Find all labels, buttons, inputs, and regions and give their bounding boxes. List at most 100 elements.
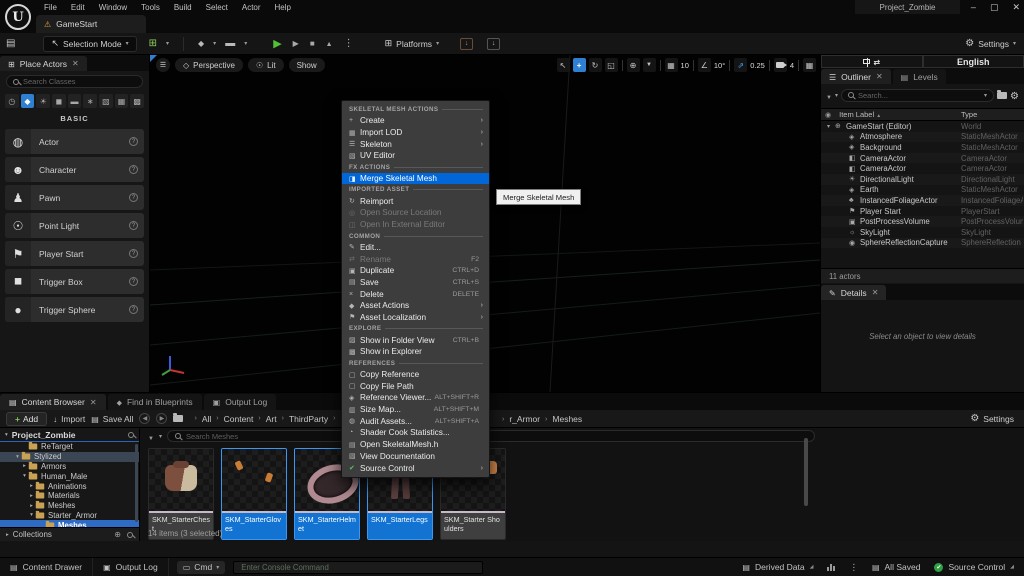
context-menu-item[interactable]: Delete DELETE [342, 288, 489, 300]
close-icon[interactable]: ✕ [90, 398, 97, 407]
selection-mode-dropdown[interactable]: Selection Mode ▾ [43, 36, 136, 52]
folder-tree-row[interactable]: Meshes [0, 520, 139, 527]
context-menu-item[interactable]: Show in Folder View CTRL+B [342, 334, 489, 346]
expander-icon[interactable]: ▸ [28, 503, 35, 509]
context-menu-item[interactable]: Show in Explorer [342, 346, 489, 358]
close-icon[interactable]: ✕ [876, 72, 883, 81]
context-menu-item[interactable]: UV Editor [342, 150, 489, 162]
camera-speed-value[interactable]: 4 [790, 61, 794, 70]
grid-snap-value[interactable]: 10 [681, 61, 689, 70]
outliner-row[interactable]: Earth StaticMeshActor [821, 185, 1024, 196]
source-control-button[interactable]: ✔ Source Control ◢ [934, 562, 1014, 572]
context-menu-item[interactable]: Create › [342, 115, 489, 127]
asset-tile[interactable]: SKM_StarterGloves [221, 448, 287, 540]
tree-root-row[interactable]: ▾ Project_Zombie [0, 428, 139, 442]
recent-category-button[interactable] [5, 94, 19, 108]
eject-button[interactable] [326, 38, 333, 49]
cinematic-category-button[interactable] [68, 94, 82, 108]
outliner-row[interactable]: CameraActor CameraActor [821, 153, 1024, 164]
context-menu-item[interactable]: Merge Skeletal Mesh [342, 173, 489, 185]
add-collection-icon[interactable]: ⊕ [114, 530, 121, 539]
cmd-dropdown[interactable]: Cmd ▾ [177, 561, 226, 574]
save-current-icon[interactable] [0, 38, 21, 49]
minimize-button[interactable]: – [971, 0, 976, 14]
context-menu-item[interactable]: Edit... [342, 242, 489, 254]
search-classes-box[interactable] [6, 75, 143, 88]
view-mode-dropdown[interactable]: Lit [248, 58, 284, 72]
context-menu-item[interactable]: Duplicate CTRL+D [342, 265, 489, 277]
find-in-blueprints-tab[interactable]: Find in Blueprints [108, 394, 202, 410]
maximize-button[interactable]: ▢ [990, 0, 999, 14]
folder-tree-row[interactable]: ▸ Armors [0, 462, 139, 472]
expander-icon[interactable]: ▾ [14, 454, 21, 460]
type-column[interactable]: Type [961, 110, 977, 119]
expander-icon[interactable]: ▸ [6, 532, 9, 538]
outliner-row[interactable]: SphereReflectionCapture SphereReflection [821, 238, 1024, 249]
context-menu-item[interactable]: REFERENCES [342, 358, 489, 369]
stop-button[interactable] [310, 38, 315, 49]
add-actor-button[interactable] [149, 38, 157, 49]
scale-snap-value[interactable]: 0.25 [750, 61, 765, 70]
outliner-row[interactable]: Player Start PlayerStart [821, 206, 1024, 217]
viewport-options-menu[interactable] [156, 58, 170, 72]
menu-bar-item[interactable]: Help [269, 1, 297, 14]
folder-tree-row[interactable]: ▸ Meshes [0, 501, 139, 511]
menu-bar-item[interactable]: Select [200, 1, 234, 14]
outliner-search-box[interactable]: ▾ [841, 89, 994, 102]
scale-tool-button[interactable] [605, 58, 618, 72]
outliner-row[interactable]: InstancedFoliageActor InstancedFoliageAc [821, 195, 1024, 206]
output-log-tab[interactable]: Output Log [204, 394, 277, 410]
context-menu-item[interactable]: Save CTRL+S [342, 277, 489, 289]
folder-tree-row[interactable]: ▾ Starter_Armor [0, 511, 139, 521]
context-menu-item[interactable]: View Documentation [342, 451, 489, 463]
maximize-viewport-button[interactable] [803, 58, 816, 72]
context-menu-item[interactable]: Open Source Location [342, 207, 489, 219]
rotate-tool-button[interactable] [589, 58, 602, 72]
translate-target-button[interactable]: English [923, 55, 1024, 68]
context-menu-item[interactable]: EXPLORE [342, 323, 489, 334]
path-folder-icon[interactable] [173, 415, 183, 422]
performance-chart-icon[interactable] [827, 563, 835, 571]
close-icon[interactable]: ✕ [872, 288, 879, 297]
context-menu-item[interactable]: IMPORTED ASSET [342, 184, 489, 195]
folder-tree-row[interactable]: ▾ Stylized [0, 452, 139, 462]
content-browser-settings[interactable]: Settings [970, 413, 1014, 424]
place-actor-item[interactable]: Point Light ? [5, 213, 144, 238]
back-button[interactable]: ◀ [139, 413, 150, 424]
import-button[interactable]: Import [53, 414, 85, 424]
output-log-button[interactable]: Output Log [93, 558, 169, 576]
outliner-row[interactable]: DirectionalLight DirectionalLight [821, 174, 1024, 185]
expander-icon[interactable]: ▾ [5, 432, 8, 438]
menu-bar-item[interactable]: Window [93, 1, 133, 14]
context-menu-item[interactable]: Import LOD › [342, 127, 489, 139]
levels-tab[interactable]: Levels [893, 69, 946, 84]
basic-category-button[interactable] [21, 94, 35, 108]
place-actor-item[interactable]: Actor ? [5, 129, 144, 154]
expander-icon[interactable]: ▸ [21, 463, 28, 469]
collections-bar[interactable]: ▸ Collections ⊕ [0, 527, 139, 541]
package-project-button[interactable]: ↓ [487, 38, 500, 50]
context-menu-item[interactable]: Copy Reference [342, 369, 489, 381]
shapes-category-button[interactable] [52, 94, 66, 108]
place-actor-item[interactable]: Pawn ? [5, 185, 144, 210]
context-menu-item[interactable]: Open In External Editor [342, 219, 489, 231]
place-actor-item[interactable]: Trigger Sphere ? [5, 297, 144, 322]
context-menu-item[interactable]: Reference Viewer... ALT+SHIFT+R [342, 392, 489, 404]
menu-bar-item[interactable]: Tools [135, 1, 166, 14]
expander-icon[interactable]: ▾ [21, 473, 28, 479]
content-drawer-button[interactable]: Content Drawer [0, 558, 93, 576]
outliner-search-input[interactable] [858, 91, 980, 100]
play-options-icon[interactable] [344, 38, 354, 49]
context-menu-item[interactable]: SKELETAL MESH ACTIONS [342, 104, 489, 115]
cinematics-button[interactable] [225, 38, 235, 49]
scale-snap-button[interactable] [734, 58, 747, 72]
expander-icon[interactable]: ▸ [28, 493, 35, 499]
context-menu-item[interactable]: Copy File Path [342, 380, 489, 392]
breadcrumb-item[interactable]: Meshes [552, 414, 582, 424]
save-all-button[interactable]: Save All [91, 414, 133, 424]
surface-snap-button[interactable] [643, 58, 656, 72]
grid-snap-button[interactable] [665, 58, 678, 72]
search-icon[interactable] [127, 532, 133, 538]
all-classes-category-button[interactable] [130, 94, 144, 108]
asset-tile[interactable]: SKM_StarterChest [148, 448, 214, 540]
